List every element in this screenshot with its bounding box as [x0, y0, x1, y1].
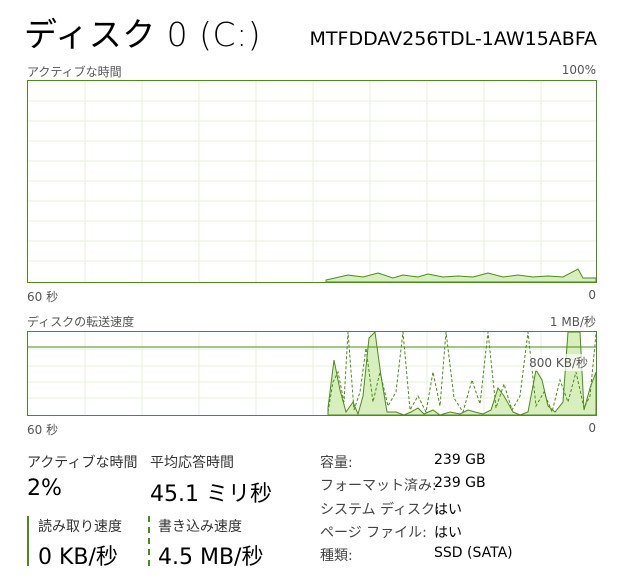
active-time-series [325, 268, 596, 282]
write-rate-series [327, 332, 596, 415]
info-value-system-disk: はい [434, 502, 462, 518]
info-label-formatted: フォーマット済み: [320, 478, 437, 494]
transfer-chart-max-label: 1 MB/秒 [549, 315, 596, 329]
active-chart-max-label: 100% [561, 63, 596, 77]
active-chart-min-label: 0 [588, 288, 596, 302]
read-speed-label: 読み取り速度 [38, 519, 122, 535]
transfer-chart-min-label: 0 [588, 421, 596, 435]
avg-response-label: 平均応答時間 [150, 455, 234, 471]
transfer-rate-chart [27, 331, 597, 416]
active-chart-label: アクティブな時間 [27, 65, 122, 79]
disk-model: MTFDDAV256TDL-1AW15ABFA [309, 28, 597, 50]
disk-title: ディスク 0 (C:) [24, 15, 262, 54]
info-value-page-file: はい [434, 525, 462, 541]
info-value-capacity: 239 GB [434, 452, 486, 468]
active-time-value: 2% [27, 476, 62, 501]
active-time-label: アクティブな時間 [27, 455, 138, 471]
transfer-chart-marker-label: 800 KB/秒 [529, 354, 588, 371]
info-label-capacity: 容量: [320, 455, 353, 471]
info-label-system-disk: システム ディスク: [320, 502, 440, 518]
info-value-formatted: 239 GB [434, 475, 486, 491]
read-speed-value: 0 KB/秒 [38, 545, 118, 570]
write-speed-value: 4.5 MB/秒 [158, 545, 264, 570]
avg-response-value: 45.1 ミリ秒 [150, 482, 272, 507]
transfer-chart-label: ディスクの転送速度 [27, 315, 135, 329]
write-speed-label: 書き込み速度 [158, 519, 242, 535]
info-label-type: 種類: [320, 548, 353, 564]
read-speed-legend-line [27, 516, 29, 566]
info-value-type: SSD (SATA) [434, 545, 513, 561]
write-speed-legend-line [148, 516, 150, 566]
transfer-chart-time-label: 60 秒 [27, 423, 59, 437]
active-time-chart [27, 80, 597, 283]
info-label-page-file: ページ ファイル: [320, 525, 427, 541]
active-chart-time-label: 60 秒 [27, 290, 59, 304]
